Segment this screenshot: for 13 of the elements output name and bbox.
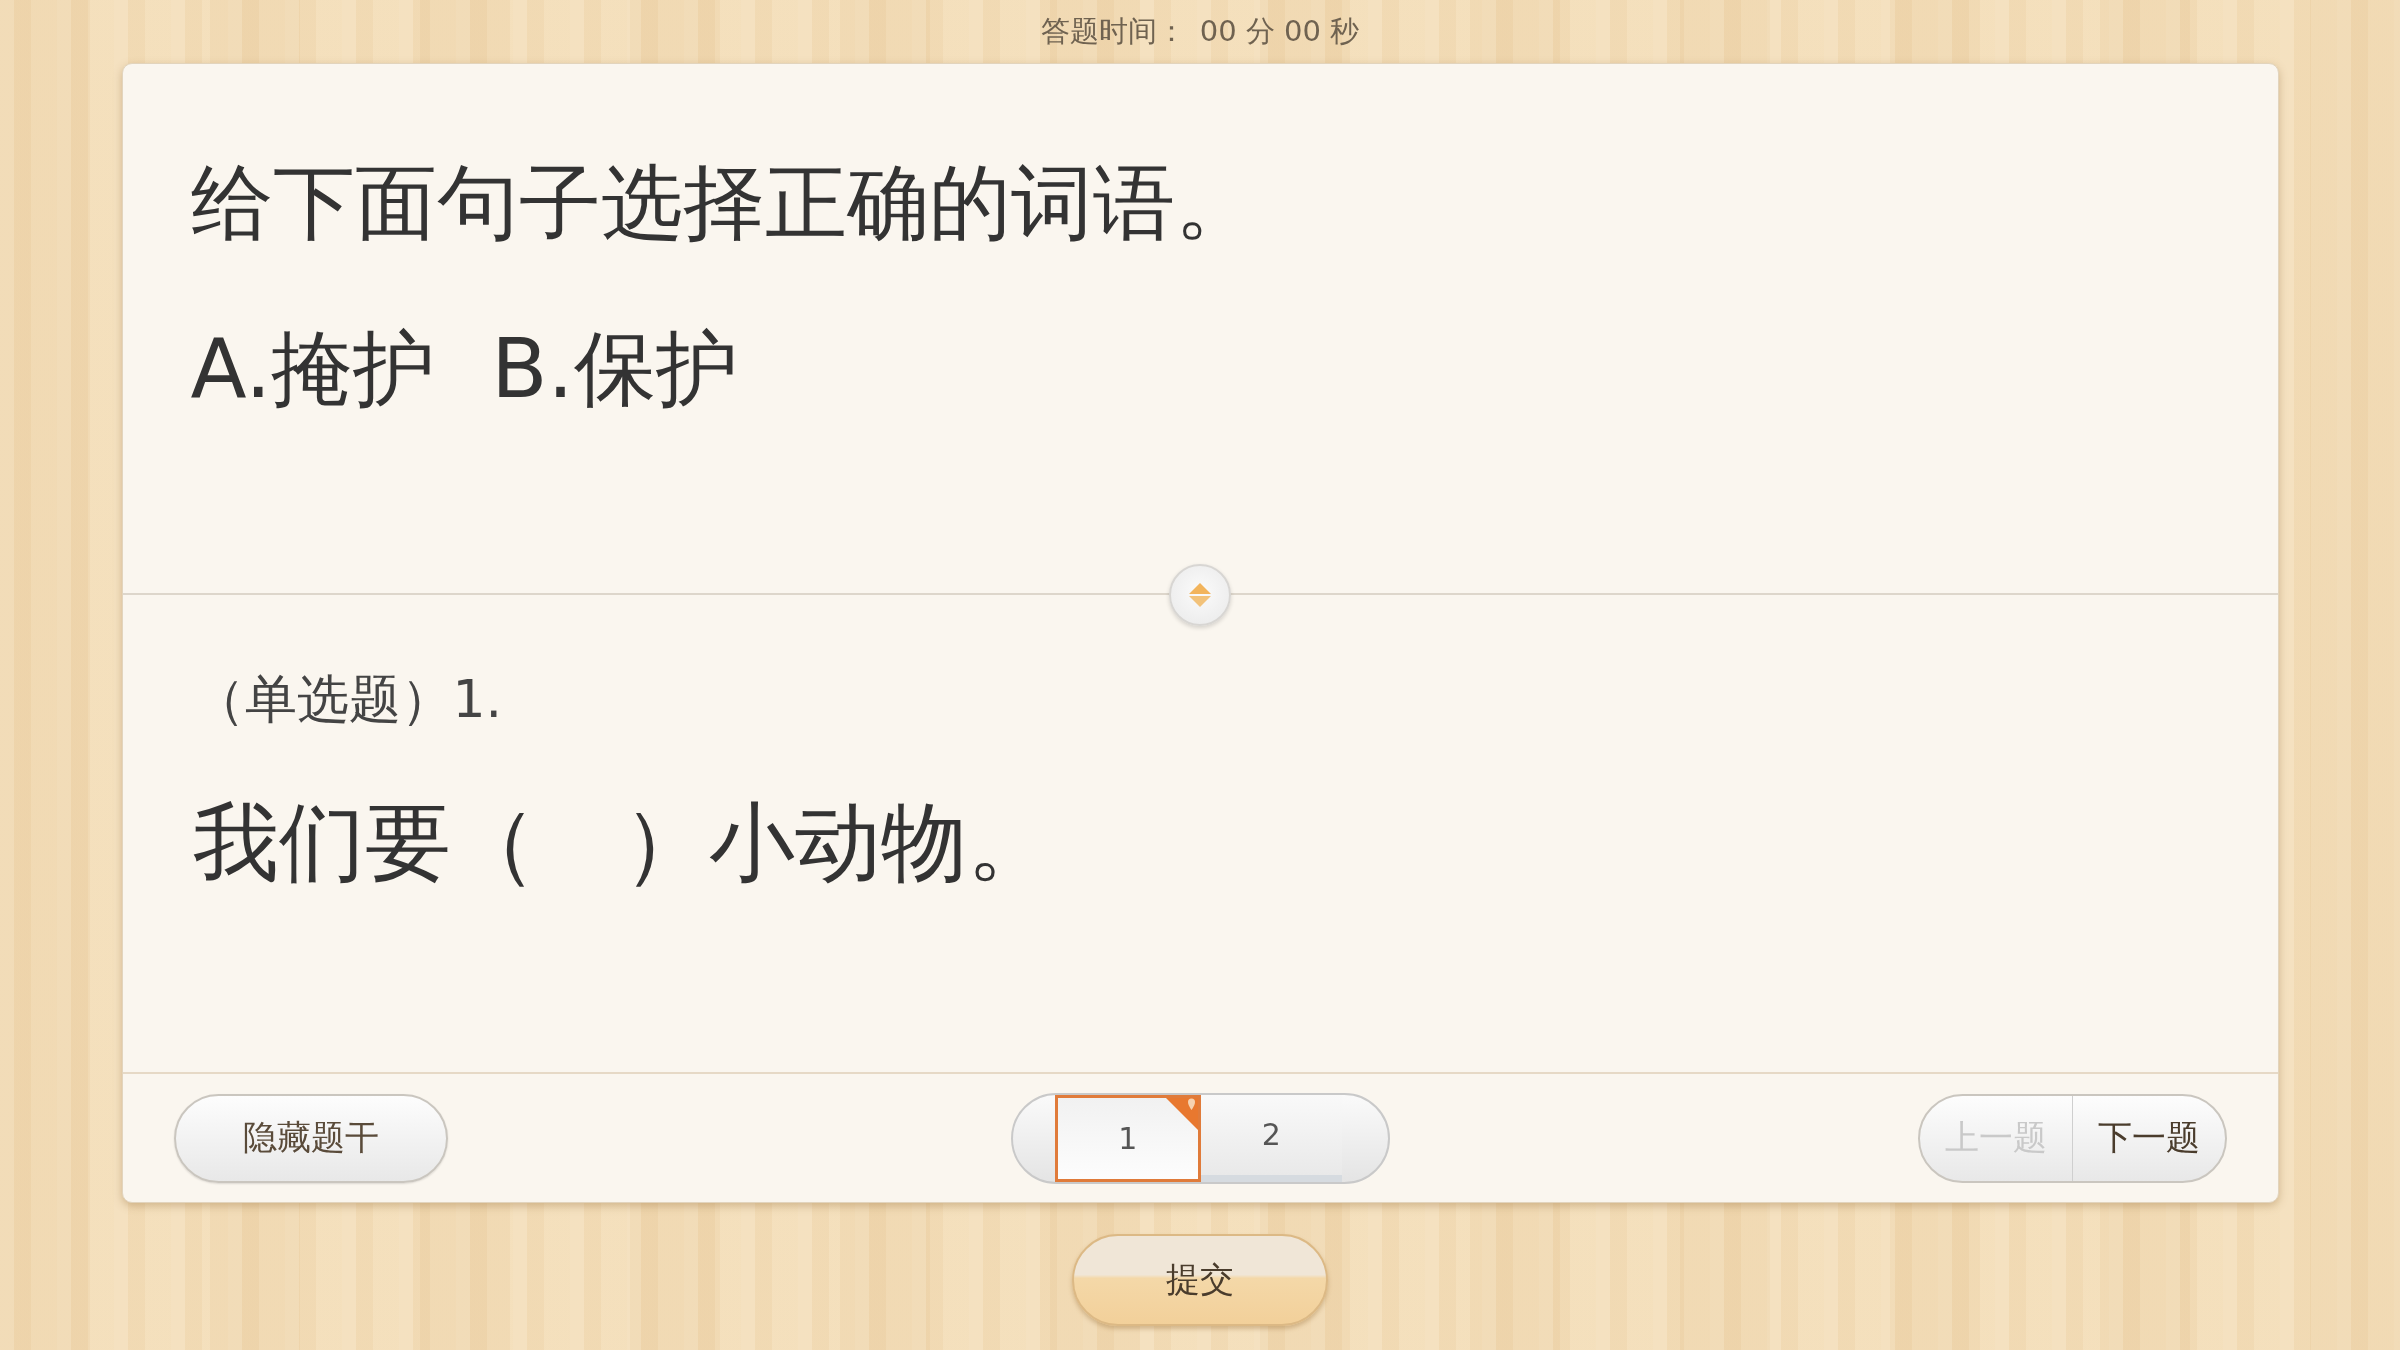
hide-stem-button[interactable]: 隐藏题干 [173,1093,448,1183]
stem-title: 给下面句子选择正确的词语。 [190,162,1257,244]
submit-button[interactable]: 提交 [1072,1234,1328,1326]
timer-label: 答题时间： [1040,12,1186,50]
question-type-label: （单选题）1. [192,673,503,725]
question-text: 我们要（ ）小动物。 [192,799,1053,885]
splitter-handle[interactable] [1169,564,1231,626]
stem-option: A.掩护 [190,328,436,410]
stem-option: B.保护 [491,328,738,410]
up-down-arrow-icon [1189,583,1211,607]
timer-value: 00 分 00 秒 [1199,12,1360,50]
page-button[interactable]: 1 [1054,1094,1201,1182]
next-question-button[interactable]: 下一题 [2071,1095,2225,1181]
